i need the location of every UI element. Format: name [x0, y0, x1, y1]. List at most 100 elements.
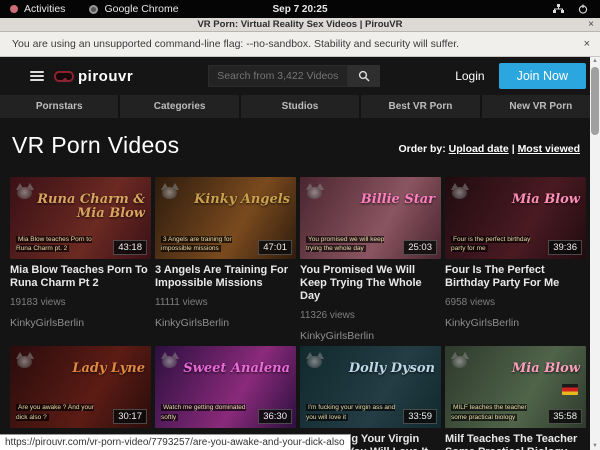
video-studio-link[interactable]: KinkyGirlsBerlin: [300, 330, 441, 342]
activities-button[interactable]: Activities: [24, 3, 65, 15]
search-input[interactable]: [208, 65, 348, 87]
video-thumbnail[interactable]: Kinky Angels 3 Angels are training for i…: [155, 177, 296, 259]
thumbnail-overlay-title: Dolly Dyson: [349, 362, 435, 376]
video-card[interactable]: Billie Star You promised we will keep tr…: [300, 177, 441, 342]
menu-hamburger-icon[interactable]: [30, 71, 44, 81]
video-thumbnail[interactable]: Sweet Analena Watch me getting dominated…: [155, 346, 296, 428]
network-icon[interactable]: [553, 4, 564, 14]
nav-item-pornstars[interactable]: Pornstars: [0, 95, 118, 118]
video-duration-badge: 25:03: [403, 240, 437, 255]
studio-cat-mask-watermark: [16, 352, 34, 368]
video-views: 11326 views: [300, 310, 441, 321]
video-duration-badge: 47:01: [258, 240, 292, 255]
nav-item-new-vr[interactable]: New VR Porn: [482, 95, 600, 118]
page-scrollbar[interactable]: ▲ ▼: [590, 57, 600, 450]
order-by-label: Order by:: [398, 143, 445, 155]
studio-cat-mask-watermark: [16, 183, 34, 199]
video-studio-link[interactable]: KinkyGirlsBerlin: [445, 317, 586, 329]
studio-cat-mask-watermark: [161, 352, 179, 368]
studio-cat-mask-watermark: [451, 352, 469, 368]
video-grid: Runa Charm & Mia Blow Mia Blow teaches P…: [10, 177, 586, 450]
focused-app-menu[interactable]: Google Chrome: [104, 3, 178, 15]
order-by-controls: Order by: Upload date | Most viewed: [398, 143, 580, 159]
video-thumbnail[interactable]: Mia Blow Four is the perfect birthday pa…: [445, 177, 586, 259]
join-now-button[interactable]: Join Now: [499, 63, 586, 89]
video-title[interactable]: Milf Teaches The Teacher Some Practical …: [445, 433, 586, 450]
thumbnail-overlay-title: Mia Blow: [512, 362, 580, 376]
video-duration-badge: 39:36: [548, 240, 582, 255]
video-card[interactable]: Mia Blow Four is the perfect birthday pa…: [445, 177, 586, 342]
system-top-bar: Activities Google Chrome Sep 7 20:25: [0, 0, 600, 18]
thumbnail-overlay-title: Kinky Angels: [194, 193, 290, 207]
video-studio-link[interactable]: KinkyGirlsBerlin: [155, 317, 296, 329]
search-button[interactable]: [348, 65, 380, 87]
video-views: 19183 views: [10, 297, 151, 308]
video-duration-badge: 33:59: [403, 409, 437, 424]
thumbnail-caption: You promised we will keep trying the who…: [306, 235, 396, 255]
nav-item-best-vr[interactable]: Best VR Porn: [361, 95, 479, 118]
video-title[interactable]: You Promised We Will Keep Trying The Who…: [300, 264, 441, 303]
video-duration-badge: 43:18: [113, 240, 147, 255]
video-title[interactable]: Four Is The Perfect Birthday Party For M…: [445, 264, 586, 290]
studio-cat-mask-watermark: [451, 183, 469, 199]
thumbnail-overlay-title: Lady Lyne: [72, 362, 145, 376]
video-thumbnail[interactable]: Billie Star You promised we will keep tr…: [300, 177, 441, 259]
site-header: pirouvr Login Join Now: [0, 57, 600, 95]
page-title: VR Porn Videos: [12, 132, 179, 159]
studio-cat-mask-watermark: [306, 183, 324, 199]
video-thumbnail[interactable]: Runa Charm & Mia Blow Mia Blow teaches P…: [10, 177, 151, 259]
thumbnail-caption: Are you awake ? And your dick also ?: [16, 403, 106, 423]
chrome-app-icon: [89, 5, 98, 14]
video-duration-badge: 36:30: [258, 409, 292, 424]
video-thumbnail[interactable]: Lady Lyne Are you awake ? And your dick …: [10, 346, 151, 428]
main-nav: Pornstars Categories Studios Best VR Por…: [0, 95, 600, 118]
scroll-down-arrow[interactable]: ▼: [592, 442, 598, 450]
german-flag-icon: [562, 384, 578, 395]
thumbnail-overlay-title: Mia Blow: [512, 193, 580, 207]
unsupported-flag-warning-bar: You are using an unsupported command-lin…: [0, 32, 600, 57]
order-most-viewed-link[interactable]: Most viewed: [518, 143, 580, 155]
thumbnail-caption: I'm fucking your virgin ass and you will…: [306, 403, 396, 423]
video-card[interactable]: Mia Blow MILF teaches the teacher some p…: [445, 346, 586, 450]
scroll-up-arrow[interactable]: ▲: [592, 57, 598, 65]
search-icon: [358, 70, 370, 82]
browser-tab-strip: VR Porn: Virtual Reality Sex Videos | Pi…: [0, 18, 600, 32]
thumbnail-caption: Watch me getting dominated softly: [161, 403, 251, 423]
thumbnail-overlay-title: Sweet Analena: [183, 362, 290, 376]
video-duration-badge: 30:17: [113, 409, 147, 424]
studio-cat-mask-watermark: [161, 183, 179, 199]
video-title[interactable]: 3 Angels Are Training For Impossible Mis…: [155, 264, 296, 290]
video-views: 6958 views: [445, 297, 586, 308]
login-link[interactable]: Login: [455, 69, 484, 83]
thumbnail-caption: Mia Blow teaches Porn to Runa Charm pt. …: [16, 235, 106, 255]
tab-close-icon[interactable]: ×: [588, 20, 594, 30]
nav-item-studios[interactable]: Studios: [241, 95, 359, 118]
video-studio-link[interactable]: KinkyGirlsBerlin: [10, 317, 151, 329]
scrollbar-thumb[interactable]: [591, 67, 599, 135]
thumbnail-overlay-title: Billie Star: [361, 193, 435, 207]
warning-text: You are using an unsupported command-lin…: [0, 38, 459, 50]
video-thumbnail[interactable]: Dolly Dyson I'm fucking your virgin ass …: [300, 346, 441, 428]
status-bar-url: https://pirouvr.com/vr-porn-video/779325…: [0, 434, 351, 450]
order-upload-date-link[interactable]: Upload date: [449, 143, 509, 155]
video-card[interactable]: Runa Charm & Mia Blow Mia Blow teaches P…: [10, 177, 151, 342]
video-title[interactable]: Mia Blow Teaches Porn To Runa Charm Pt 2: [10, 264, 151, 290]
thumbnail-caption: 3 Angels are training for impossible mis…: [161, 235, 251, 255]
tab-title[interactable]: VR Porn: Virtual Reality Sex Videos | Pi…: [0, 19, 600, 30]
video-duration-badge: 35:58: [548, 409, 582, 424]
thumbnail-caption: MILF teaches the teacher some practical …: [451, 403, 541, 423]
video-thumbnail[interactable]: Mia Blow MILF teaches the teacher some p…: [445, 346, 586, 428]
browser-viewport: pirouvr Login Join Now Pornstars Categor…: [0, 57, 600, 450]
power-icon[interactable]: [578, 4, 588, 14]
vr-goggles-icon: [54, 71, 74, 82]
thumbnail-overlay-title: Runa Charm & Mia Blow: [35, 193, 145, 220]
activities-dot-icon: [10, 5, 18, 13]
thumbnail-caption: Four is the perfect birthday party for m…: [451, 235, 541, 255]
video-card[interactable]: Kinky Angels 3 Angels are training for i…: [155, 177, 296, 342]
video-views: 11111 views: [155, 297, 296, 308]
site-logo[interactable]: pirouvr: [54, 68, 133, 85]
studio-cat-mask-watermark: [306, 352, 324, 368]
nav-item-categories[interactable]: Categories: [120, 95, 238, 118]
logo-text: pirouvr: [78, 68, 133, 85]
warning-close-icon[interactable]: ×: [584, 38, 590, 50]
